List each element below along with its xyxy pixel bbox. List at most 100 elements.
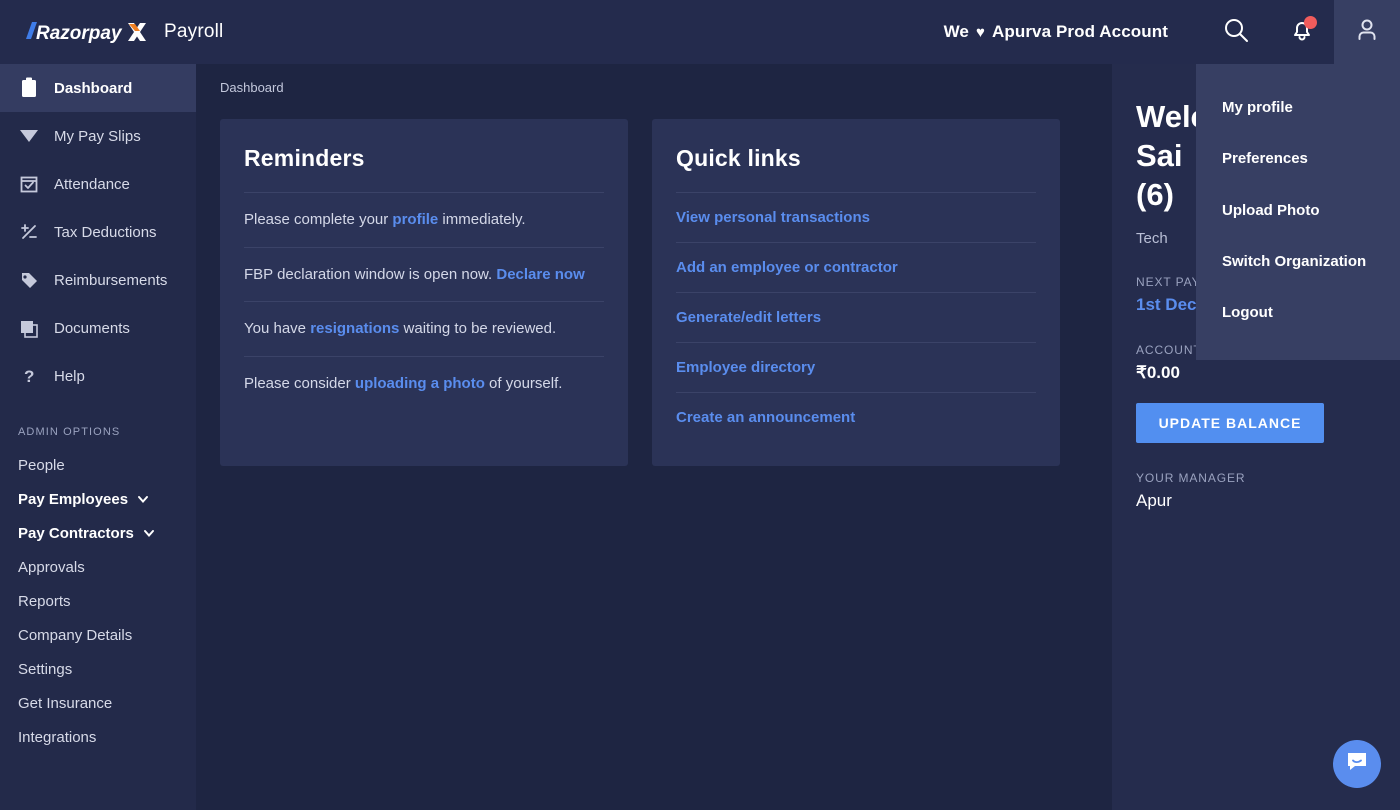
sidebar-label: Tax Deductions	[54, 223, 157, 241]
update-balance-button[interactable]: UPDATE BALANCE	[1136, 403, 1324, 444]
sidebar-item-pay-contractors[interactable]: Pay Contractors	[0, 516, 196, 550]
menu-item-switch-organization[interactable]: Switch Organization	[1196, 236, 1400, 287]
reminder-text-pre: You have	[244, 320, 311, 337]
reminder-text-post: waiting to be reviewed.	[399, 320, 557, 337]
quick-links-card: Quick links View personal transactions A…	[652, 119, 1060, 466]
svg-text:?: ?	[24, 367, 34, 386]
menu-item-my-profile[interactable]: My profile	[1196, 82, 1400, 133]
quick-link-row: Employee directory	[676, 342, 1036, 392]
sidebar-label: Attendance	[54, 175, 130, 193]
reminder-text-pre: Please complete your	[244, 211, 393, 228]
admin-label: Reports	[18, 592, 71, 610]
resignations-link[interactable]: resignations	[310, 320, 399, 337]
sidebar-item-attendance[interactable]: Attendance	[0, 160, 196, 208]
sidebar-item-reports[interactable]: Reports	[0, 584, 196, 618]
quick-link-view-personal-transactions[interactable]: View personal transactions	[676, 209, 870, 226]
quick-link-generate-edit-letters[interactable]: Generate/edit letters	[676, 309, 821, 326]
notification-badge-dot	[1304, 16, 1317, 29]
quick-link-add-employee-or-contractor[interactable]: Add an employee or contractor	[676, 259, 898, 276]
sidebar-label: Reimbursements	[54, 271, 168, 289]
we-label: We	[943, 22, 969, 41]
notifications-button[interactable]	[1270, 0, 1334, 64]
sidebar-item-settings[interactable]: Settings	[0, 652, 196, 686]
admin-label: Pay Contractors	[18, 524, 134, 542]
sidebar-item-dashboard[interactable]: Dashboard	[0, 64, 196, 112]
sidebar-label: My Pay Slips	[54, 127, 141, 145]
account-balance-value: ₹0.00	[1136, 363, 1180, 383]
sidebar-item-integrations[interactable]: Integrations	[0, 720, 196, 754]
manager-label: YOUR MANAGER	[1136, 471, 1246, 486]
reminder-text-pre: FBP declaration window is open now.	[244, 265, 497, 283]
admin-options-heading: ADMIN OPTIONS	[18, 426, 121, 438]
sidebar-item-approvals[interactable]: Approvals	[0, 550, 196, 584]
admin-label: People	[18, 456, 65, 474]
sidebar-item-help[interactable]: ? Help	[0, 352, 196, 400]
quick-link-employee-directory[interactable]: Employee directory	[676, 359, 815, 376]
sidebar-item-company-details[interactable]: Company Details	[0, 618, 196, 652]
brand-product-name: Payroll	[164, 21, 224, 42]
breadcrumb: Dashboard	[220, 80, 284, 95]
profile-link[interactable]: profile	[392, 211, 438, 228]
quick-link-row: View personal transactions	[676, 192, 1036, 242]
declare-now-link[interactable]: Declare now	[496, 266, 584, 283]
reminder-text-post: immediately.	[438, 211, 526, 228]
sidebar-label: Help	[54, 367, 85, 385]
sidebar-navigation: Dashboard My Pay Slips Attendance Tax De…	[0, 64, 196, 810]
svg-text:Razorpay: Razorpay	[36, 23, 123, 44]
sidebar-item-reimbursements[interactable]: Reimbursements	[0, 256, 196, 304]
documents-icon	[18, 318, 40, 338]
sidebar-item-tax-deductions[interactable]: Tax Deductions	[0, 208, 196, 256]
app-root: Razorpay Payroll We ♥ Apurva Prod Accoun…	[0, 0, 1400, 810]
reminders-title: Reminders	[244, 145, 365, 171]
checkbox-calendar-icon	[18, 174, 40, 194]
chat-support-button[interactable]	[1333, 740, 1381, 788]
account-name-display: We ♥ Apurva Prod Account	[944, 22, 1168, 42]
quick-links-title: Quick links	[676, 145, 801, 171]
chevron-down-icon	[142, 526, 156, 540]
sidebar-item-documents[interactable]: Documents	[0, 304, 196, 352]
dashboard-cards-row: Reminders Please complete your profile i…	[196, 95, 1112, 466]
sidebar-item-people[interactable]: People	[0, 448, 196, 482]
menu-item-upload-photo[interactable]: Upload Photo	[1196, 185, 1400, 236]
reminder-item: FBP declaration window is open now. Decl…	[244, 246, 604, 302]
menu-item-logout[interactable]: Logout	[1196, 287, 1400, 338]
quick-link-row: Generate/edit letters	[676, 292, 1036, 342]
top-header: Razorpay Payroll We ♥ Apurva Prod Accoun…	[0, 0, 1400, 64]
search-icon	[1222, 16, 1250, 49]
chat-bubble-icon	[1344, 749, 1370, 780]
admin-label: Company Details	[18, 626, 133, 644]
sidebar-item-get-insurance[interactable]: Get Insurance	[0, 686, 196, 720]
sidebar-item-my-pay-slips[interactable]: My Pay Slips	[0, 112, 196, 160]
reminders-card: Reminders Please complete your profile i…	[220, 119, 628, 466]
razorpayx-logo-icon: Razorpay	[22, 19, 154, 45]
search-button[interactable]	[1204, 0, 1268, 64]
quick-link-create-an-announcement[interactable]: Create an announcement	[676, 409, 855, 426]
question-mark-icon: ?	[18, 366, 40, 386]
quick-link-row: Create an announcement	[676, 392, 1036, 442]
admin-label: Pay Employees	[18, 490, 129, 508]
heart-icon: ♥	[975, 23, 985, 41]
user-avatar-icon	[1353, 16, 1381, 49]
main-content: Dashboard Reminders Please complete your…	[196, 64, 1112, 810]
reminder-item: Please consider uploading a photo of you…	[244, 355, 604, 398]
manager-name: Apur	[1136, 491, 1172, 511]
sidebar-label: Dashboard	[54, 79, 133, 97]
uploading-photo-link[interactable]: uploading a photo	[355, 375, 485, 392]
clipboard-icon	[18, 77, 40, 99]
account-name-text: Apurva Prod Account	[991, 22, 1168, 41]
paper-plane-icon	[18, 126, 40, 146]
tag-icon	[18, 270, 40, 290]
sidebar-item-pay-employees[interactable]: Pay Employees	[0, 482, 196, 516]
plus-minus-icon	[18, 222, 40, 242]
reminder-item: Please complete your profile immediately…	[244, 192, 604, 247]
menu-item-preferences[interactable]: Preferences	[1196, 133, 1400, 184]
profile-dropdown-menu: My profile Preferences Upload Photo Swit…	[1196, 64, 1400, 361]
quick-link-row: Add an employee or contractor	[676, 242, 1036, 292]
admin-label: Approvals	[18, 558, 85, 576]
sidebar-label: Documents	[54, 319, 130, 337]
brand-logo[interactable]: Razorpay Payroll	[0, 0, 223, 64]
profile-menu-button[interactable]	[1334, 0, 1400, 64]
reminder-text-pre: Please consider	[244, 374, 355, 392]
admin-label: Settings	[18, 660, 73, 678]
chevron-down-icon	[136, 492, 150, 506]
